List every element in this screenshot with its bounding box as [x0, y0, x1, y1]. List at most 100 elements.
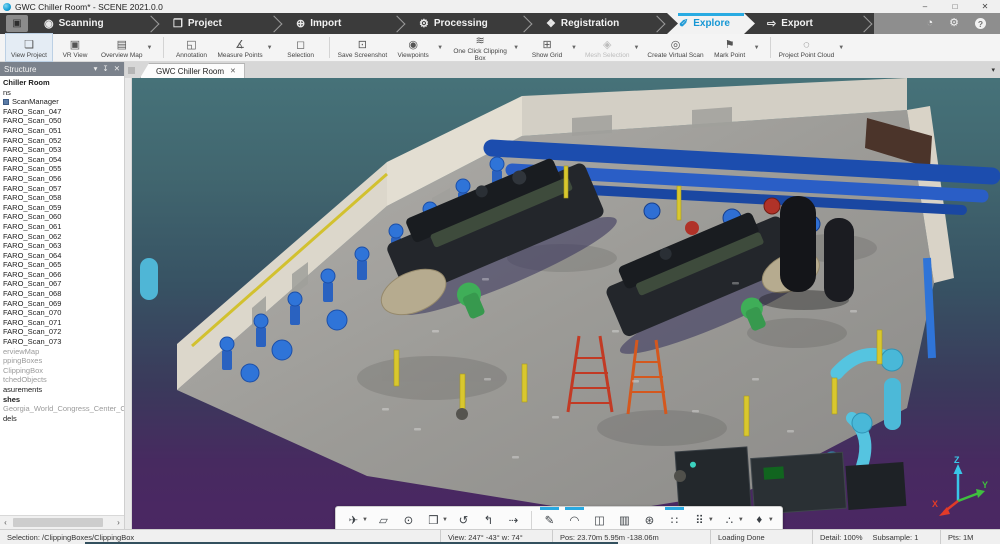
tree-item-faro-scan-053[interactable]: FARO_Scan_053: [0, 145, 124, 155]
gyro-navigation-icon[interactable]: ⊛: [637, 507, 662, 529]
dropdown-caret-icon[interactable]: ▼: [571, 45, 577, 51]
tree-item-faro-scan-073[interactable]: FARO_Scan_073: [0, 337, 124, 347]
ribbon-tab-export[interactable]: ⇨Export: [755, 13, 861, 34]
tree-item-scanmanager[interactable]: ScanManager: [0, 97, 124, 107]
tree-item-chiller-room[interactable]: Chiller Room: [0, 78, 124, 88]
ribbon-tab-scanning[interactable]: ◉Scanning: [32, 13, 148, 34]
point-density-icon[interactable]: ⠿: [687, 507, 712, 529]
ribbon-tab-import[interactable]: ⊕Import: [284, 13, 394, 34]
minimize-button[interactable]: –: [910, 0, 940, 13]
dropdown-caret-icon[interactable]: ▼: [513, 45, 519, 51]
color-settings-icon[interactable]: ∴: [717, 507, 742, 529]
pointer-select-mode-icon[interactable]: ✎: [537, 507, 562, 529]
scroll-left-icon[interactable]: ‹: [0, 518, 11, 527]
scrollbar-track[interactable]: [11, 518, 113, 527]
tree-item-faro-scan-059[interactable]: FARO_Scan_059: [0, 203, 124, 213]
tree-item-faro-scan-062[interactable]: FARO_Scan_062: [0, 232, 124, 242]
tree-item-faro-scan-060[interactable]: FARO_Scan_060: [0, 212, 124, 222]
ribbon-tab-explore[interactable]: ✐Explore: [667, 13, 755, 34]
view-tab-gwc-chiller-room[interactable]: GWC Chiller Room ✕: [140, 63, 245, 78]
orbit-mode-icon[interactable]: ↺: [451, 507, 476, 529]
save-screenshot-button[interactable]: ⊡Save Screenshot: [335, 34, 391, 61]
tree-item-ppingboxes[interactable]: ppingBoxes: [0, 356, 124, 366]
dropdown-caret-icon[interactable]: ▼: [147, 45, 153, 51]
scroll-right-icon[interactable]: ›: [113, 518, 124, 527]
view-tab-close-icon[interactable]: ✕: [230, 67, 236, 75]
panel-collapse-icon[interactable]: [128, 67, 135, 74]
move-to-point-icon[interactable]: ⇢: [501, 507, 526, 529]
viewport-3d[interactable]: ✈▼▱⊙❒▼↺↰⇢✎◠◫▥⊛∷⠿▼∴▼♦▼ Z Y X: [132, 78, 1000, 529]
view-orientation-icon[interactable]: ❒: [421, 507, 446, 529]
mark-point-button[interactable]: ⚑Mark Point▼: [707, 34, 765, 61]
vr-view-button[interactable]: ▣VR View: [52, 34, 98, 61]
tree-item-tchedobjects[interactable]: tchedObjects: [0, 375, 124, 385]
tree-item-faro-scan-069[interactable]: FARO_Scan_069: [0, 299, 124, 309]
tree-item-faro-scan-057[interactable]: FARO_Scan_057: [0, 184, 124, 194]
rotate-mode-icon[interactable]: ◠: [562, 507, 587, 529]
tab-list-caret-icon[interactable]: ▾: [991, 66, 995, 74]
measure-points-button[interactable]: ∡Measure Points▼: [215, 34, 278, 61]
tree-item-dels[interactable]: dels: [0, 414, 124, 424]
tree-item-faro-scan-050[interactable]: FARO_Scan_050: [0, 116, 124, 126]
point-picking-mode-icon[interactable]: ∷: [662, 507, 687, 529]
tree-item-erviewmap[interactable]: erviewMap: [0, 347, 124, 357]
project-point-cloud-button[interactable]: ◌Project Point Cloud▼: [776, 34, 850, 61]
view-project-button[interactable]: ❏View Project: [6, 34, 52, 61]
annotation-button[interactable]: ◱Annotation: [169, 34, 215, 61]
panel-splitter[interactable]: [125, 78, 132, 529]
panel-pin-icon[interactable]: ↧: [102, 62, 108, 76]
tree-item-faro-scan-072[interactable]: FARO_Scan_072: [0, 327, 124, 337]
split-compare-view-icon[interactable]: ◫: [587, 507, 612, 529]
one-click-clipping-box-button[interactable]: ≋One Click Clipping Box▼: [448, 34, 524, 61]
fly-mode-icon[interactable]: ✈: [341, 507, 366, 529]
tree-item-faro-scan-070[interactable]: FARO_Scan_070: [0, 308, 124, 318]
pan-mode-icon[interactable]: ▱: [371, 507, 396, 529]
dropdown-caret-icon[interactable]: ▼: [437, 45, 443, 51]
viewpoints-button[interactable]: ◉Viewpoints▼: [390, 34, 448, 61]
tree-item-faro-scan-065[interactable]: FARO_Scan_065: [0, 260, 124, 270]
tree-item-ns[interactable]: ns: [0, 88, 124, 98]
ribbon-tab-project[interactable]: ❒Project: [161, 13, 271, 34]
horizontal-scrollbar[interactable]: ‹ ›: [0, 515, 124, 529]
dropdown-caret-icon[interactable]: ▼: [838, 45, 844, 51]
zoom-mode-icon[interactable]: ⊙: [396, 507, 421, 529]
tree-item-faro-scan-064[interactable]: FARO_Scan_064: [0, 251, 124, 261]
tree-item-faro-scan-055[interactable]: FARO_Scan_055: [0, 164, 124, 174]
tree-item-faro-scan-056[interactable]: FARO_Scan_056: [0, 174, 124, 184]
settings-gear-icon[interactable]: ⚙: [949, 18, 959, 29]
overview-map-button[interactable]: ▤Overview Map▼: [98, 34, 158, 61]
render-quality-icon[interactable]: ♦: [747, 507, 772, 529]
tree-item-faro-scan-047[interactable]: FARO_Scan_047: [0, 107, 124, 117]
tree-item-faro-scan-066[interactable]: FARO_Scan_066: [0, 270, 124, 280]
ribbon-tab-processing[interactable]: ⚙Processing: [407, 13, 521, 34]
dropdown-caret-icon[interactable]: ▼: [267, 45, 273, 51]
create-virtual-scan-button[interactable]: ◎Create Virtual Scan: [644, 34, 706, 61]
tree-item-asurements[interactable]: asurements: [0, 385, 124, 395]
panel-close-icon[interactable]: ✕: [114, 62, 120, 76]
selection-button[interactable]: ◻Selection: [278, 34, 324, 61]
tree-item-faro-scan-071[interactable]: FARO_Scan_071: [0, 318, 124, 328]
brightness-histogram-icon[interactable]: ▥: [612, 507, 637, 529]
close-button[interactable]: ✕: [970, 0, 1000, 13]
quick-save-button[interactable]: ▣: [6, 15, 28, 32]
panel-menu-icon[interactable]: ▾: [94, 62, 98, 76]
tree-item-faro-scan-058[interactable]: FARO_Scan_058: [0, 193, 124, 203]
ribbon-tab-registration[interactable]: ❖Registration: [534, 13, 654, 34]
tree-item-faro-scan-054[interactable]: FARO_Scan_054: [0, 155, 124, 165]
dropdown-caret-icon[interactable]: ▼: [754, 45, 760, 51]
show-grid-button[interactable]: ⊞Show Grid▼: [524, 34, 582, 61]
tree-item-clippingbox[interactable]: ClippingBox: [0, 366, 124, 376]
sync-status-icon[interactable]: ◔: [926, 18, 933, 29]
tree-item-georgia-world-congress-center-chiller-room[interactable]: Georgia_World_Congress_Center_Chiller_Ro…: [0, 404, 124, 414]
maximize-button[interactable]: □: [940, 0, 970, 13]
tree-item-faro-scan-061[interactable]: FARO_Scan_061: [0, 222, 124, 232]
tree-item-faro-scan-051[interactable]: FARO_Scan_051: [0, 126, 124, 136]
tree-item-faro-scan-067[interactable]: FARO_Scan_067: [0, 279, 124, 289]
tree-item-faro-scan-063[interactable]: FARO_Scan_063: [0, 241, 124, 251]
scrollbar-thumb[interactable]: [13, 518, 103, 527]
help-icon[interactable]: ?: [975, 18, 986, 29]
look-around-icon[interactable]: ↰: [476, 507, 501, 529]
tree-item-faro-scan-052[interactable]: FARO_Scan_052: [0, 136, 124, 146]
tree-item-shes[interactable]: shes: [0, 395, 124, 405]
point-cloud-render[interactable]: [132, 78, 1000, 529]
